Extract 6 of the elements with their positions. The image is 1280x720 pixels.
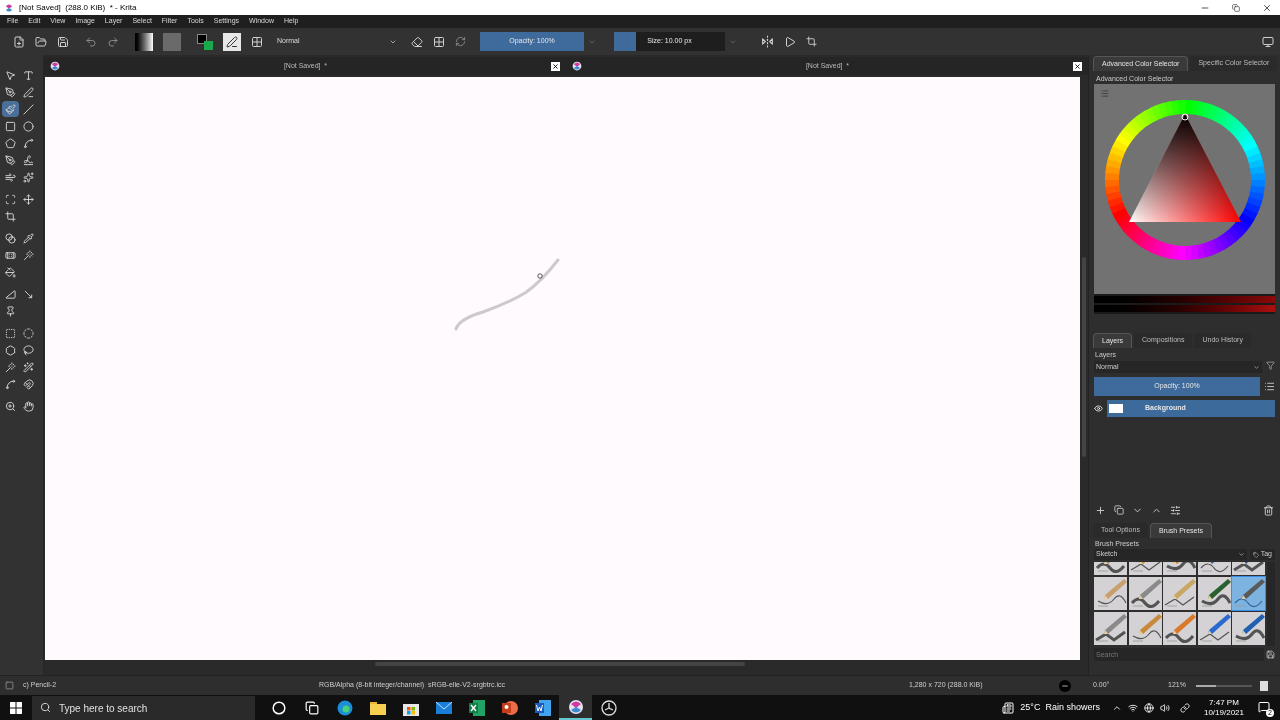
clock[interactable]: 7:47 PM 10/19/2021 (1203, 697, 1244, 718)
taskbar-search-field[interactable]: Type here to search (32, 696, 255, 720)
weather-label[interactable]: 25°C Rain showers (1020, 700, 1100, 715)
window-title: [Not Saved] (288.0 KiB) * - Krita (19, 1, 137, 14)
time-label: 7:47 PM (1209, 697, 1239, 708)
date-label: 10/19/2021 (1203, 707, 1244, 718)
